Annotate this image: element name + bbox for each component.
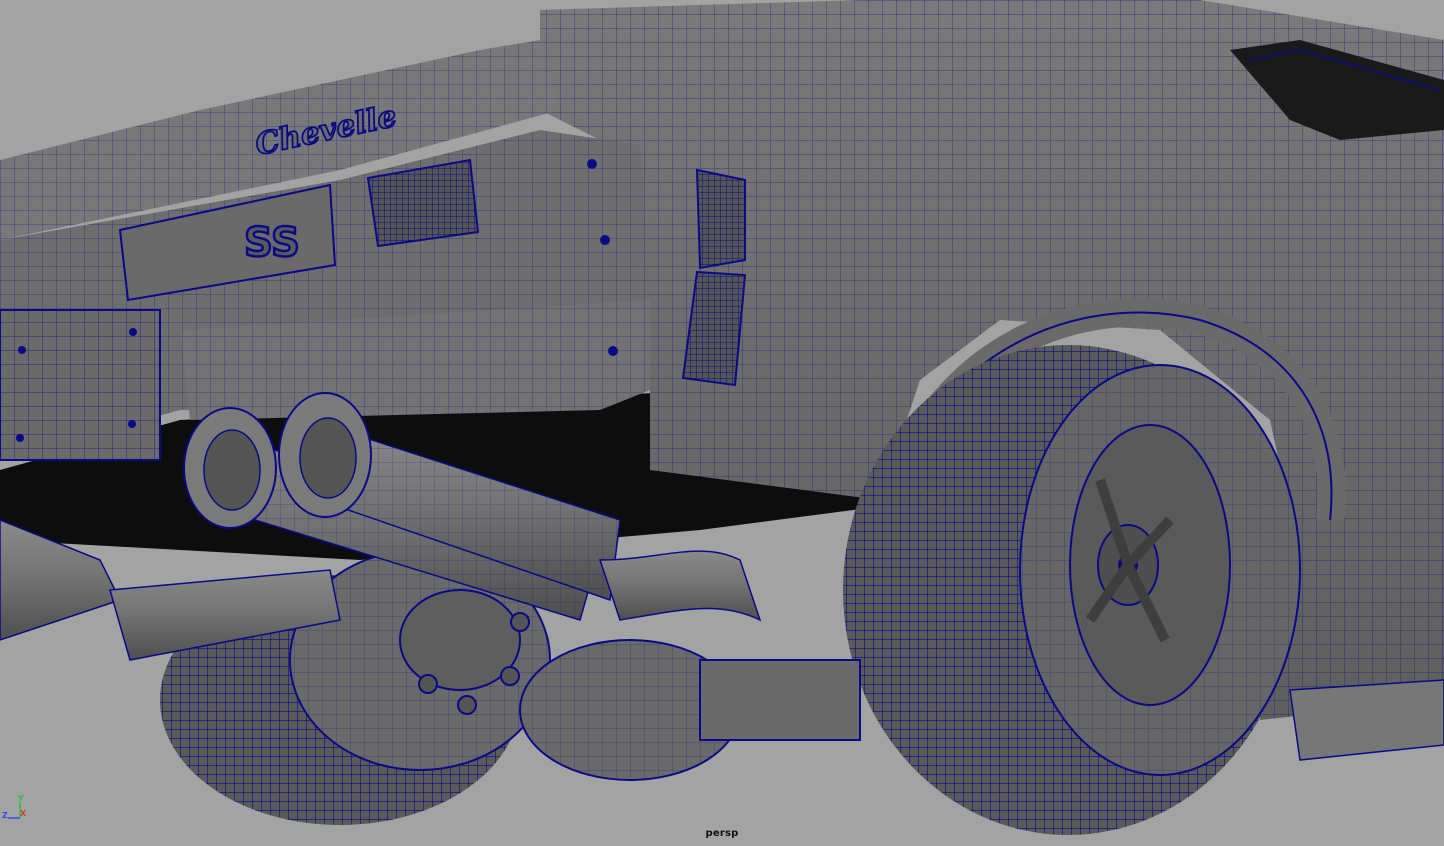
car-model-wireframe-on-shaded[interactable]: SS Chevelle (0, 0, 1444, 846)
axis-y-label: Y (18, 794, 24, 803)
axis-gizmo: Y Z X (2, 794, 32, 824)
side-vent-upper (695, 168, 746, 270)
3d-viewport-perspective[interactable]: SS Chevelle Y Z X persp (0, 0, 1444, 846)
rear-axle (699, 659, 861, 741)
axis-x-label: X (20, 809, 27, 818)
ss-badge: SS (244, 220, 300, 266)
camera-name-label: persp (705, 828, 739, 839)
rocker-panel (1289, 679, 1444, 761)
axis-z-label: Z (2, 811, 8, 820)
